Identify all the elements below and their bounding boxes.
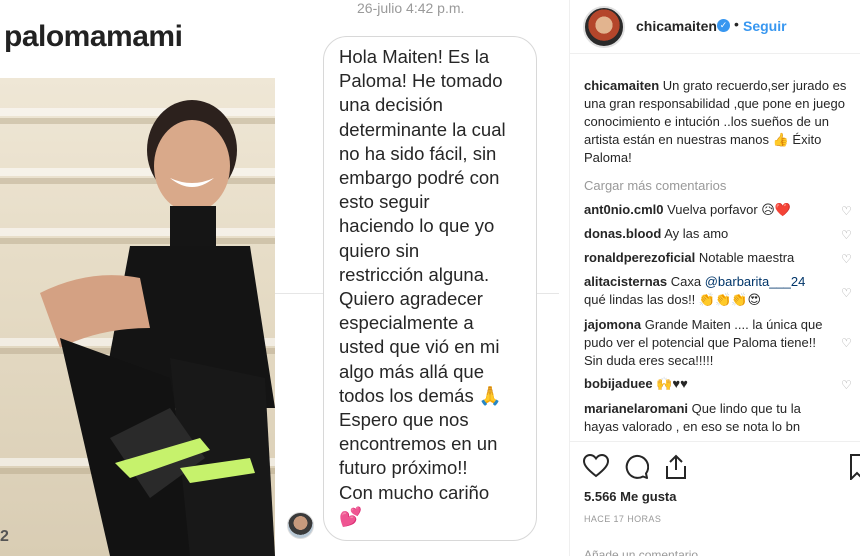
list-item: alitacisternas Caxa @barbarita___24 qué … [584, 273, 824, 309]
comment-text: qué lindas las dos!! 👏👏👏😍 [584, 292, 762, 307]
comment-username[interactable]: bobijaduee [584, 376, 653, 391]
comment-like-heart-icon[interactable]: ♡ [841, 205, 853, 217]
post-header: chicamaiten ✓ • Seguir [570, 0, 860, 54]
list-item: donas.blood Ay las amo [584, 225, 834, 243]
chat-message-bubble: Hola Maiten! Es la Paloma! He tomado una… [323, 36, 537, 541]
chat-line: Quiero agradecer [339, 288, 483, 310]
follow-button[interactable]: Seguir [743, 18, 787, 34]
chat-line: 💕 [339, 505, 363, 527]
list-item: marianelaromani Que lindo que tu la haya… [584, 400, 829, 436]
comment-username[interactable]: marianelaromani [584, 401, 688, 416]
share-icon[interactable] [664, 454, 688, 480]
post-timestamp[interactable]: HACE 17 HORAS [584, 514, 661, 524]
chat-line: Con mucho cariño [339, 481, 490, 503]
list-item: ant0nio.cml0 Vuelva porfavor 😥❤️ [584, 201, 834, 219]
chat-date: 26-julio 4:42 p.m. [357, 0, 465, 16]
load-more-comments-button[interactable]: Cargar más comentarios [584, 177, 726, 195]
chat-line: restricción alguna. [339, 263, 490, 285]
post-photo: 2 [0, 78, 275, 556]
comment-username[interactable]: jajomona [584, 317, 641, 332]
list-item: bobijaduee 🙌♥♥ [584, 375, 834, 393]
bookmark-icon[interactable] [850, 454, 860, 480]
chat-line: no ha sido fácil, sin [339, 142, 497, 164]
comment-like-heart-icon[interactable]: ♡ [841, 379, 853, 391]
chat-line: quiero sin [339, 239, 420, 261]
chat-line: embargo podré con [339, 167, 500, 189]
comment-like-heart-icon[interactable]: ♡ [841, 287, 853, 299]
header-separator-dot: • [734, 16, 739, 32]
comment-text: Notable maestra [698, 250, 795, 265]
caption-username[interactable]: chicamaiten [584, 78, 659, 93]
chat-line: usted que vió en mi [339, 336, 500, 358]
comment-like-heart-icon[interactable]: ♡ [841, 229, 853, 241]
chat-line: futuro próximo!! [339, 457, 468, 479]
post-image[interactable]: palomamami 2 26-julio 4:42 p.m. Hola Mai… [0, 0, 569, 556]
avatar[interactable] [583, 6, 625, 48]
comment-username[interactable]: alitacisternas [584, 274, 667, 289]
photo-number-label: 2 [0, 528, 9, 545]
post-caption: chicamaiten Un grato recuerdo,ser jurado… [584, 77, 849, 167]
comment-text: Ay las amo [664, 226, 729, 241]
chat-line: una decisión [339, 94, 443, 116]
chat-line: esto seguir [339, 191, 430, 213]
comment-text: 🙌♥♥ [656, 376, 688, 391]
chat-line: Espero que nos [339, 409, 469, 431]
person-figure [40, 100, 275, 556]
header-username[interactable]: chicamaiten [636, 18, 717, 34]
comment-text: Caxa [670, 274, 705, 289]
chat-line: determinante la cual [339, 118, 506, 140]
chat-line: Paloma! He tomado [339, 70, 503, 92]
comment-like-heart-icon[interactable]: ♡ [841, 253, 853, 265]
list-item: ronaldperezoficial Notable maestra [584, 249, 834, 267]
comment-username[interactable]: donas.blood [584, 226, 661, 241]
chat-line: Hola Maiten! Es la [339, 46, 490, 67]
comments-list: chicamaiten Un grato recuerdo,ser jurado… [570, 55, 860, 441]
chat-line: encontremos en un [339, 433, 498, 455]
comment-text: Vuelva porfavor 😥❤️ [667, 202, 792, 217]
post-side-panel: chicamaiten ✓ • Seguir chicamaiten Un gr… [569, 0, 860, 556]
comment-like-heart-icon[interactable]: ♡ [841, 337, 853, 349]
like-heart-icon[interactable] [583, 454, 609, 478]
chat-line: especialmente a [339, 312, 474, 334]
chat-line: haciendo lo que yo [339, 215, 495, 237]
list-item: jajomona Grande Maiten .... la única que… [584, 316, 829, 370]
add-comment-input[interactable]: Añade un comentario... [584, 548, 708, 556]
chat-line: algo más allá que [339, 360, 485, 382]
comment-username[interactable]: ronaldperezoficial [584, 250, 695, 265]
comment-mention-link[interactable]: @barbarita___24 [705, 274, 806, 289]
chat-line: todos los demás 🙏 [339, 384, 502, 406]
comment-bubble-icon[interactable] [623, 454, 649, 480]
chat-sender-avatar [287, 512, 314, 539]
post-image-title: palomamami [4, 20, 183, 53]
comment-username[interactable]: ant0nio.cml0 [584, 202, 663, 217]
post-actions-bar: 5.566 Me gusta HACE 17 HORAS Añade un co… [570, 441, 860, 556]
likes-count[interactable]: 5.566 Me gusta [584, 489, 677, 504]
verified-badge-icon: ✓ [717, 19, 730, 32]
